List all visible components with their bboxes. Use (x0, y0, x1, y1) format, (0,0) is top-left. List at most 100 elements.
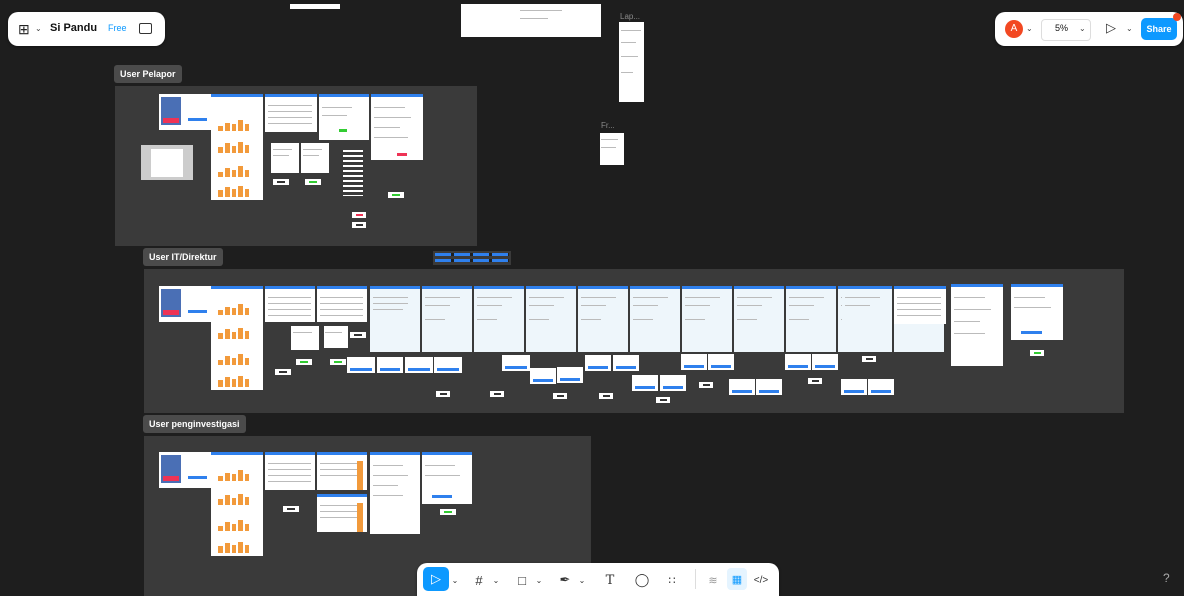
frame-report-9[interactable] (786, 286, 836, 352)
shape-tool-icon[interactable]: □ (512, 566, 532, 594)
frame-report-12[interactable] (842, 286, 892, 352)
popup-1[interactable] (291, 326, 319, 350)
mini-button-5[interactable] (352, 222, 366, 228)
popup-button-1[interactable] (350, 332, 366, 338)
frame-report-7[interactable] (682, 286, 732, 352)
comment-tool-icon[interactable]: ◯ (632, 566, 652, 594)
frame-form-1[interactable] (370, 452, 420, 534)
dialog-10[interactable] (632, 375, 658, 391)
dialog-16[interactable] (785, 354, 811, 370)
frame-dashboard[interactable] (211, 452, 263, 556)
section-label-it-direktur[interactable]: User IT/Direktur (143, 248, 223, 266)
confirm-button-1[interactable] (440, 509, 456, 515)
dialog-2[interactable] (377, 357, 403, 373)
chevron-down-icon[interactable]: ⌄ (491, 566, 501, 594)
floating-component-strip[interactable] (433, 251, 511, 265)
frame-tool-icon[interactable]: # (469, 566, 489, 594)
share-button[interactable]: Share (1141, 18, 1177, 40)
section-label-pelapor[interactable]: User Pelapor (114, 65, 182, 83)
frame-table-2[interactable] (317, 286, 367, 322)
dialog-7[interactable] (557, 367, 583, 383)
actions-icon[interactable]: ∷ (662, 566, 682, 594)
frame-table-3[interactable] (317, 494, 367, 532)
frame-report-1[interactable] (370, 286, 420, 352)
move-tool-icon[interactable]: ▷ (423, 567, 449, 591)
plan-badge[interactable]: Free (108, 23, 127, 33)
frame-popup-1[interactable] (271, 143, 299, 173)
frame-report-8[interactable] (734, 286, 784, 352)
mini-button-e[interactable] (656, 397, 670, 403)
frame-report-6[interactable] (630, 286, 680, 352)
dialog-15[interactable] (756, 379, 782, 395)
section-user-it-direktur[interactable] (144, 269, 1124, 413)
dialog-12[interactable] (681, 354, 707, 370)
dialog-5[interactable] (502, 355, 530, 371)
frame-form-2[interactable] (371, 94, 423, 160)
present-play-icon[interactable]: ▷ (1106, 20, 1116, 36)
mini-button-b[interactable] (490, 391, 504, 397)
mini-button-g[interactable] (808, 378, 822, 384)
dialog-14[interactable] (729, 379, 755, 395)
frame-dashboard[interactable] (211, 286, 263, 390)
frame-form-2[interactable] (422, 452, 472, 504)
dialog-18[interactable] (841, 379, 867, 395)
frame-lap[interactable] (619, 22, 644, 102)
section-user-pelapor[interactable] (115, 86, 477, 246)
confirm-button-1[interactable] (296, 359, 312, 365)
chevron-down-icon[interactable]: ⌄ (1026, 24, 1033, 33)
frame-report-3[interactable] (474, 286, 524, 352)
mini-button-1[interactable] (283, 506, 299, 512)
help-button[interactable]: ? (1163, 571, 1170, 585)
frame-table-2[interactable] (317, 452, 367, 490)
file-name[interactable]: Si Pandu (50, 22, 97, 34)
confirm-button-2[interactable] (330, 359, 346, 365)
frame-table-3[interactable] (894, 286, 946, 324)
frame-final-form[interactable] (1011, 284, 1063, 340)
frame-report-2[interactable] (422, 286, 472, 352)
dialog-3[interactable] (405, 357, 433, 373)
dev-mode-icon[interactable]: </> (751, 566, 771, 594)
dialog-13[interactable] (708, 354, 734, 370)
popup-2[interactable] (324, 326, 348, 348)
mini-button-f[interactable] (699, 382, 713, 388)
frame-top-center[interactable] (461, 4, 601, 37)
frame-long-form[interactable] (951, 284, 1003, 366)
frame-fr[interactable] (600, 133, 624, 165)
text-tool-icon[interactable]: T (600, 566, 620, 594)
chevron-down-icon[interactable]: ⌄ (35, 24, 42, 33)
frame-table-1[interactable] (265, 452, 315, 490)
chevron-down-icon[interactable]: ⌄ (577, 566, 587, 594)
frame-dashboard[interactable] (211, 94, 263, 200)
dialog-4[interactable] (434, 357, 462, 373)
frame-top-partial[interactable] (290, 4, 340, 9)
dialog-8[interactable] (585, 355, 611, 371)
mini-button-1[interactable] (273, 179, 289, 185)
frame-form-1[interactable] (319, 94, 369, 140)
avatar[interactable]: A (1005, 20, 1023, 38)
dialog-9[interactable] (613, 355, 639, 371)
mini-button-2[interactable] (305, 179, 321, 185)
confirm-button-3[interactable] (275, 369, 291, 375)
mini-button-c[interactable] (553, 393, 567, 399)
frame-report-4[interactable] (526, 286, 576, 352)
pen-tool-icon[interactable]: ✒ (555, 566, 575, 594)
mini-button-d[interactable] (599, 393, 613, 399)
mini-button-3[interactable] (388, 192, 404, 198)
frame-popup-2[interactable] (301, 143, 329, 173)
dialog-19[interactable] (868, 379, 894, 395)
mini-button-4[interactable] (352, 212, 366, 218)
list-stack[interactable] (343, 150, 363, 196)
dialog-17[interactable] (812, 354, 838, 370)
chevron-down-icon[interactable]: ⌄ (450, 566, 460, 594)
mini-button-h[interactable] (862, 356, 876, 362)
chevron-down-icon[interactable]: ⌄ (534, 566, 544, 594)
dialog-11[interactable] (660, 375, 686, 391)
frame-login[interactable] (159, 286, 211, 322)
section-label-penginvestigasi[interactable]: User penginvestigasi (143, 415, 246, 433)
frame-table-1[interactable] (265, 94, 317, 132)
frame-table-1[interactable] (265, 286, 315, 322)
dialog-1[interactable] (347, 357, 375, 373)
sidebar-toggle-icon[interactable] (139, 23, 152, 34)
frame-login[interactable] (159, 94, 211, 130)
mini-button-a[interactable] (436, 391, 450, 397)
